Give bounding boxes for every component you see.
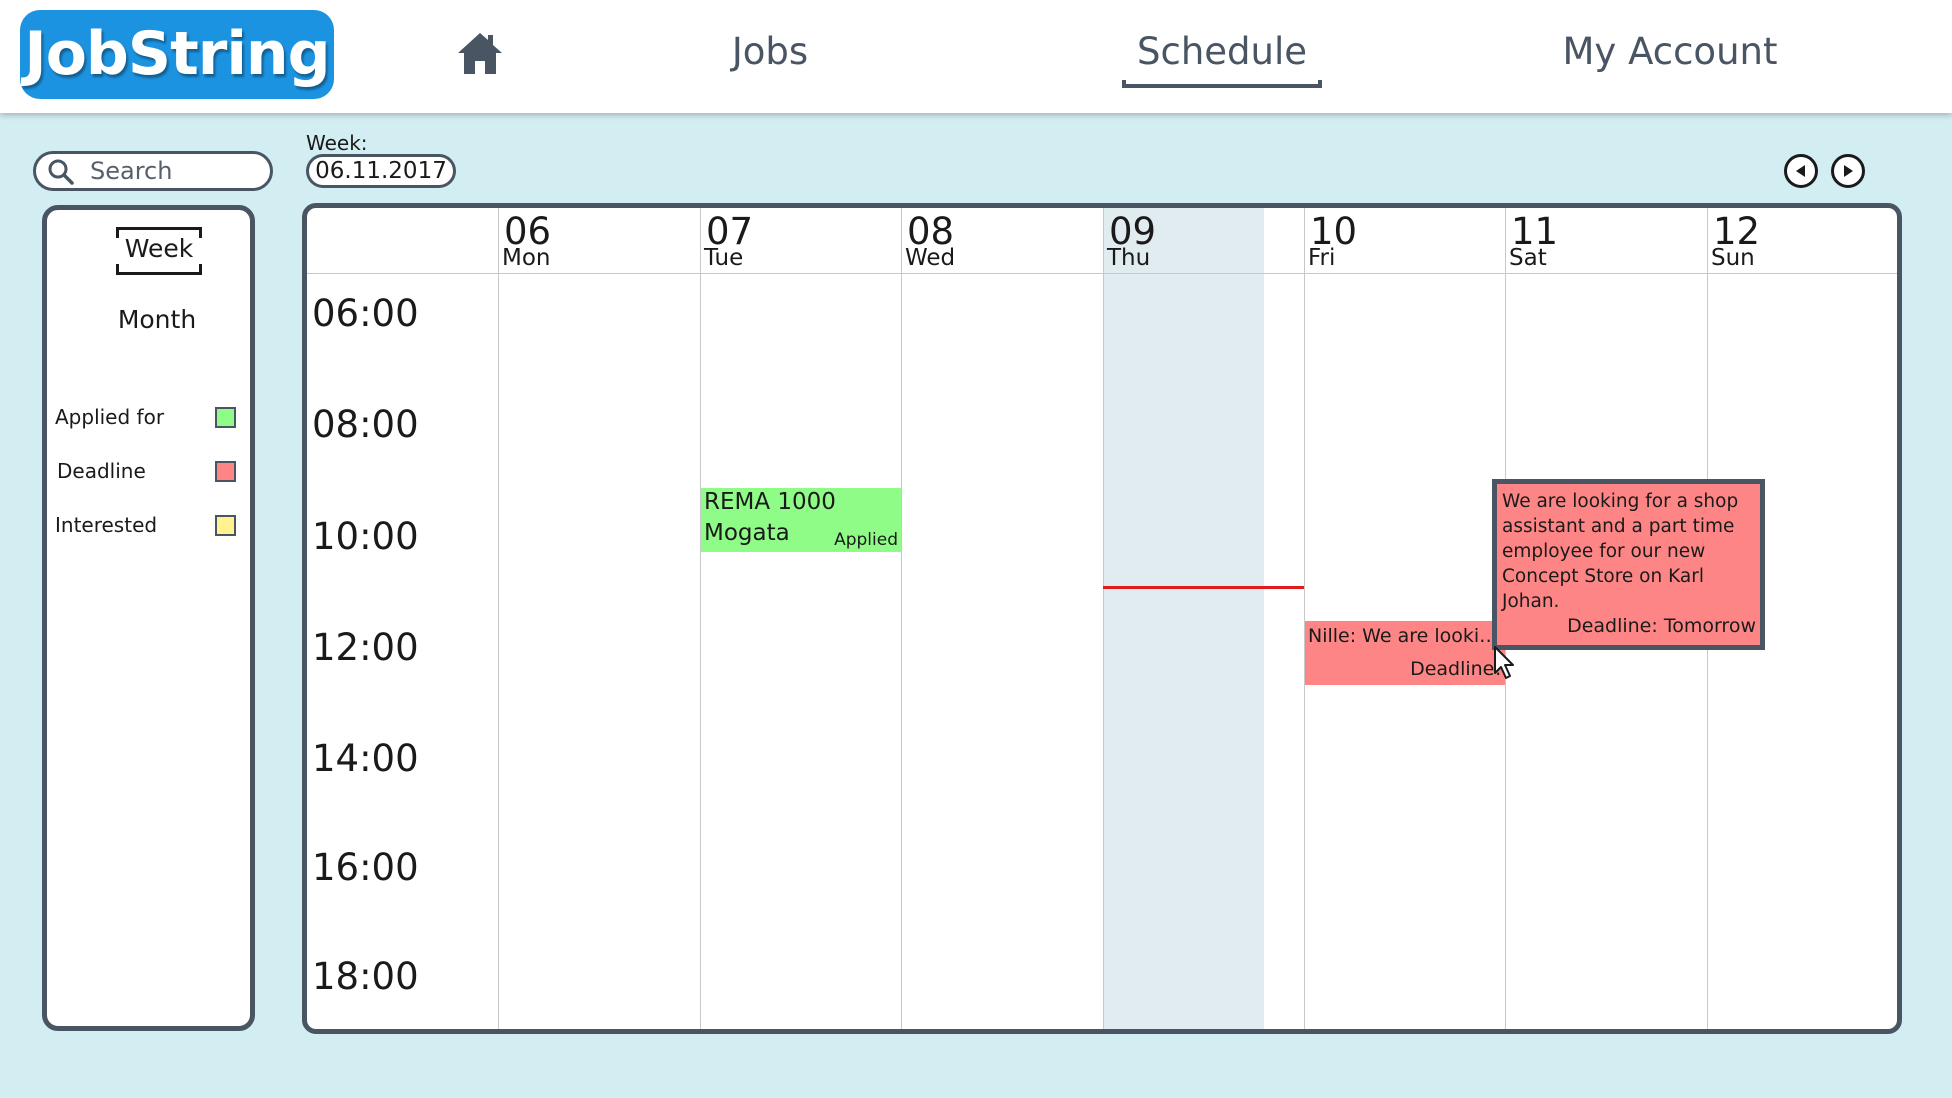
day-header-sun[interactable]: 12 Sun: [1707, 208, 1897, 273]
event-location: Mogata: [704, 520, 790, 546]
grid-line: [700, 208, 701, 1029]
popup-deadline: Deadline: Tomorrow: [1567, 615, 1756, 637]
day-header-thu[interactable]: 09 Thu: [1103, 208, 1293, 273]
day-name: Fri: [1308, 245, 1336, 271]
event-title: Nille: We are looking for a shop assista…: [1308, 625, 1502, 647]
legend-swatch-red: [215, 461, 236, 482]
legend-label: Deadline: [57, 459, 146, 483]
time-label: 10:00: [312, 515, 419, 558]
mouse-cursor-icon: [1493, 645, 1519, 685]
current-time-line: [1103, 586, 1304, 589]
day-header-wed[interactable]: 08 Wed: [901, 208, 1091, 273]
grid-line: [1304, 208, 1305, 1029]
grid-line: [901, 208, 902, 1029]
time-label: 16:00: [312, 846, 419, 889]
time-label: 06:00: [312, 292, 419, 335]
time-label: 08:00: [312, 403, 419, 446]
event-status: Applied: [834, 530, 898, 550]
view-month-option[interactable]: Month: [107, 305, 207, 334]
day-name: Wed: [905, 245, 956, 271]
event-nille[interactable]: Nille: We are looking for a shop assista…: [1305, 621, 1505, 685]
legend-interested: Interested: [55, 510, 245, 540]
nav-jobs[interactable]: Jobs: [700, 30, 840, 90]
event-title: REMA 1000: [704, 489, 836, 515]
day-name: Tue: [704, 245, 744, 271]
legend-deadline: Deadline: [55, 456, 245, 486]
previous-week-button[interactable]: [1784, 154, 1818, 188]
nav-schedule-label: Schedule: [1136, 30, 1308, 73]
nav-schedule[interactable]: Schedule: [1120, 30, 1324, 90]
search-box[interactable]: [33, 151, 273, 191]
week-label: Week:: [306, 131, 368, 155]
search-input[interactable]: [90, 157, 260, 185]
search-icon: [48, 159, 74, 185]
popup-description: We are looking for a shop assistant and …: [1502, 491, 1739, 612]
legend-swatch-green: [215, 407, 236, 428]
time-label: 14:00: [312, 737, 419, 780]
day-name: Sat: [1509, 245, 1547, 271]
arrow-right-icon: [1844, 165, 1853, 177]
legend-applied: Applied for: [55, 402, 245, 432]
day-header-fri[interactable]: 10 Fri: [1304, 208, 1494, 273]
active-nav-indicator: [1122, 80, 1322, 88]
legend-label: Applied for: [55, 405, 165, 429]
day-name: Sun: [1711, 245, 1755, 271]
grid-line: [1103, 208, 1104, 1029]
day-header-sat[interactable]: 11 Sat: [1505, 208, 1695, 273]
event-rema-1000[interactable]: REMA 1000 Mogata Applied: [701, 488, 901, 552]
nav-my-account[interactable]: My Account: [1540, 30, 1800, 90]
arrow-left-icon: [1796, 165, 1805, 177]
next-week-button[interactable]: [1831, 154, 1865, 188]
view-sidebar: Week Month Applied for Deadline Interest…: [42, 205, 255, 1031]
day-header-mon[interactable]: 06 Mon: [498, 208, 688, 273]
jobstring-logo[interactable]: JobString: [20, 10, 334, 99]
grid-line: [498, 208, 499, 1029]
view-week-option[interactable]: Week: [116, 227, 202, 275]
today-column-highlight: [1103, 208, 1264, 1029]
day-name: Mon: [502, 245, 551, 271]
event-details-popup[interactable]: We are looking for a shop assistant and …: [1492, 479, 1765, 650]
legend-swatch-yellow: [215, 515, 236, 536]
day-name: Thu: [1107, 245, 1151, 271]
day-header-tue[interactable]: 07 Tue: [700, 208, 890, 273]
time-label: 12:00: [312, 626, 419, 669]
home-icon[interactable]: [456, 30, 504, 76]
week-date-field[interactable]: 06.11.2017: [306, 154, 456, 188]
event-deadline: Deadline!: [1410, 658, 1502, 680]
header-divider: [307, 273, 1897, 274]
time-label: 18:00: [312, 955, 419, 998]
top-navbar: JobString Jobs Schedule My Account: [0, 0, 1952, 113]
legend-label: Interested: [55, 513, 158, 537]
